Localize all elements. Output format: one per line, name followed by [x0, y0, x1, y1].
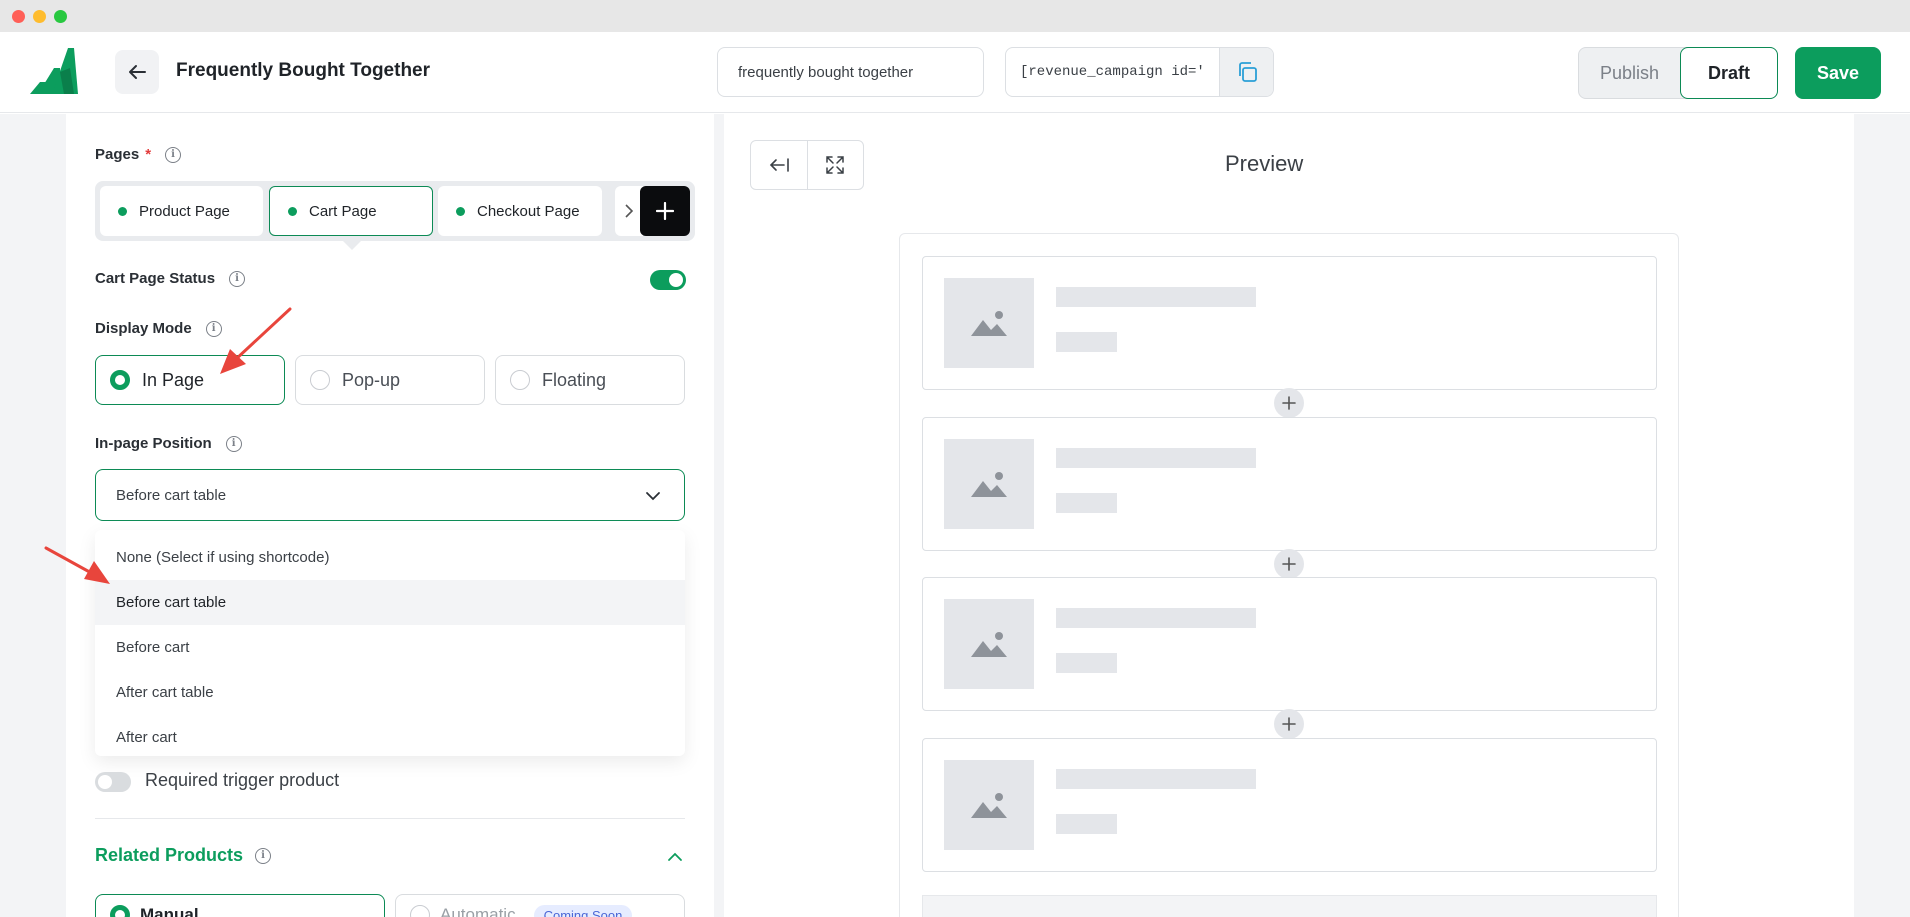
radio-selected — [110, 905, 130, 917]
dropdown-option-after-cart-table[interactable]: After cart table — [95, 670, 685, 715]
shortcode-text[interactable]: [revenue_campaign id=' — [1006, 48, 1219, 96]
status-dot — [118, 206, 127, 216]
preview-product-card — [922, 738, 1657, 872]
plus-icon — [1282, 717, 1296, 731]
draft-button[interactable]: Draft — [1680, 47, 1778, 99]
status-dot — [456, 206, 465, 216]
dropdown-option-before-cart[interactable]: Before cart — [95, 625, 685, 670]
add-product-button[interactable] — [1274, 388, 1304, 418]
related-products-title[interactable]: Related Products i — [95, 845, 272, 866]
tab-product-page[interactable]: Product Page — [100, 186, 263, 236]
display-mode-floating[interactable]: Floating — [495, 355, 685, 405]
close-window-button[interactable] — [12, 10, 25, 23]
shortcode-field: [revenue_campaign id=' — [1005, 47, 1274, 97]
required-trigger-toggle[interactable] — [95, 772, 131, 792]
price-skeleton — [1056, 653, 1117, 673]
plus-icon — [1282, 557, 1296, 571]
radio-unselected — [410, 905, 430, 917]
price-skeleton — [1056, 814, 1117, 834]
minimize-window-button[interactable] — [33, 10, 46, 23]
image-placeholder-icon — [944, 599, 1034, 689]
radio-unselected — [310, 370, 330, 390]
back-button[interactable] — [115, 50, 159, 94]
campaign-name-input[interactable] — [717, 47, 984, 97]
display-mode-in-page[interactable]: In Page — [95, 355, 285, 405]
add-product-button[interactable] — [1274, 709, 1304, 739]
preview-product-card — [922, 417, 1657, 551]
status-dot — [288, 206, 297, 216]
title-skeleton — [1056, 448, 1256, 468]
publish-button[interactable]: Publish — [1579, 48, 1680, 98]
radio-unselected — [510, 370, 530, 390]
scroll-tabs-button[interactable] — [615, 186, 643, 236]
info-icon[interactable]: i — [165, 146, 182, 163]
chevron-down-icon — [646, 492, 660, 501]
display-mode-popup[interactable]: Pop-up — [295, 355, 485, 405]
related-automatic-option[interactable]: Automatic Coming Soon — [395, 894, 685, 917]
add-page-button[interactable] — [640, 186, 690, 236]
info-icon[interactable]: i — [205, 320, 222, 337]
add-product-button[interactable] — [1274, 549, 1304, 579]
related-manual-option[interactable]: Manual — [95, 894, 385, 917]
collapse-left-icon — [769, 158, 789, 172]
required-trigger-label: Required trigger product — [145, 770, 340, 790]
tab-checkout-page[interactable]: Checkout Page — [438, 186, 602, 236]
image-placeholder-icon — [944, 278, 1034, 368]
logo-icon — [30, 48, 78, 94]
cart-page-status-label: Cart Page Status i — [95, 270, 246, 287]
expand-icon — [826, 156, 845, 174]
dropdown-option-before-cart-table[interactable]: Before cart table — [95, 580, 685, 625]
title-skeleton — [1056, 608, 1256, 628]
info-icon[interactable]: i — [255, 847, 272, 864]
chevron-up-icon[interactable] — [666, 848, 684, 866]
radio-selected — [110, 370, 130, 390]
position-dropdown-menu: None (Select if using shortcode) Before … — [95, 530, 685, 756]
dropdown-option-after-cart[interactable]: After cart — [95, 715, 685, 760]
save-button[interactable]: Save — [1795, 47, 1881, 99]
active-tab-caret — [342, 240, 362, 250]
info-icon[interactable]: i — [229, 270, 246, 287]
app-header: Frequently Bought Together [revenue_camp… — [0, 32, 1910, 113]
preview-summary-skeleton — [922, 895, 1657, 917]
copy-shortcode-button[interactable] — [1219, 48, 1273, 96]
preview-toolbar — [750, 140, 864, 190]
window-titlebar — [0, 0, 1910, 32]
status-segmented-control: Publish Draft — [1578, 47, 1778, 99]
display-mode-label: Display Mode i — [95, 320, 222, 337]
title-skeleton — [1056, 769, 1256, 789]
collapse-sidebar-button[interactable] — [751, 141, 807, 189]
back-arrow-icon — [129, 65, 146, 79]
page-title: Frequently Bought Together — [176, 60, 431, 81]
dropdown-option-none[interactable]: None (Select if using shortcode) — [95, 535, 685, 580]
pages-label: Pages * i — [95, 146, 182, 163]
chevron-right-icon — [625, 204, 634, 218]
tab-cart-page[interactable]: Cart Page — [269, 186, 433, 236]
coming-soon-badge: Coming Soon — [533, 905, 633, 917]
maximize-window-button[interactable] — [54, 10, 67, 23]
price-skeleton — [1056, 493, 1117, 513]
pages-tab-bar: Product Page Cart Page Checkout Page — [95, 181, 695, 241]
cart-page-status-toggle[interactable] — [650, 270, 686, 290]
image-placeholder-icon — [944, 760, 1034, 850]
plus-icon — [656, 202, 674, 220]
title-skeleton — [1056, 287, 1256, 307]
fullscreen-button[interactable] — [806, 141, 863, 189]
section-divider — [95, 818, 685, 819]
copy-icon — [1238, 62, 1257, 82]
in-page-position-label: In-page Position i — [95, 435, 242, 452]
price-skeleton — [1056, 332, 1117, 352]
preview-product-card — [922, 577, 1657, 711]
info-icon[interactable]: i — [225, 435, 242, 452]
preview-title: Preview — [1225, 151, 1304, 176]
image-placeholder-icon — [944, 439, 1034, 529]
plus-icon — [1282, 396, 1296, 410]
preview-product-card — [922, 256, 1657, 390]
in-page-position-select[interactable]: Before cart table — [95, 469, 685, 521]
